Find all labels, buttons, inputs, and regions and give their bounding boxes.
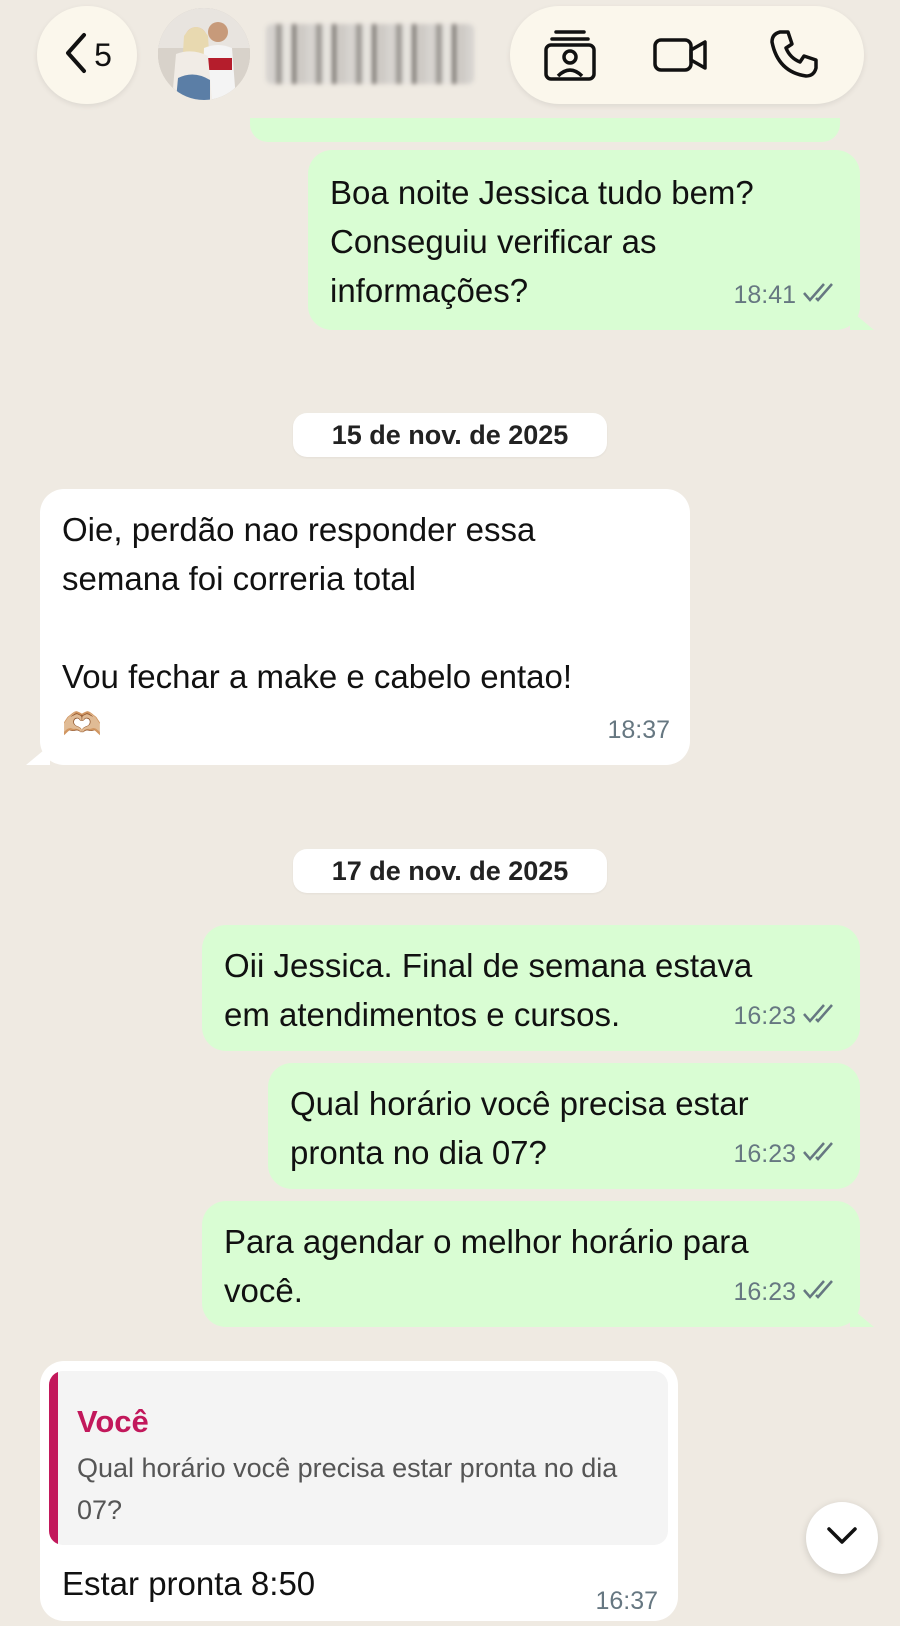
scroll-to-bottom-button[interactable] [806,1502,878,1574]
quote-author: Você [77,1404,149,1439]
quote-accent-bar [49,1371,58,1545]
message-meta: 18:41 [733,271,840,320]
unread-count: 5 [94,36,112,73]
message-meta: 16:23 [733,992,840,1041]
message-meta: 18:37 [607,706,670,755]
message-time: 16:37 [595,1587,658,1615]
video-camera-icon [652,26,708,87]
double-check-icon [802,1130,840,1179]
video-call-button[interactable] [650,28,710,84]
contact-name-redacted[interactable] [266,24,474,84]
voice-call-button[interactable] [764,28,824,84]
message-meta: 16:23 [733,1130,840,1179]
contact-avatar[interactable] [158,8,250,100]
message-bubble-outgoing[interactable]: Para agendar o melhor horário para você.… [202,1201,860,1327]
previous-message-bubble [250,118,840,142]
message-bubble-outgoing[interactable]: Qual horário você precisa estar pronta n… [268,1063,860,1189]
quoted-message[interactable]: Você Qual horário você precisa estar pro… [49,1371,668,1545]
contact-card-button[interactable] [540,28,600,84]
message-text: Estar pronta 8:50 [62,1565,316,1602]
message-text: Oie, perdão nao responder essa semana fo… [62,511,573,695]
double-check-icon [802,1268,840,1317]
message-bubble-incoming[interactable]: Oie, perdão nao responder essa semana fo… [40,489,690,765]
message-meta: 16:23 [733,1268,840,1317]
heart-hands-emoji: 🫶🏼 [62,706,102,742]
chat-header: 5 [0,0,900,110]
double-check-icon [802,271,840,320]
date-separator: 15 de nov. de 2025 [293,413,607,457]
message-time: 18:41 [733,281,796,309]
date-separator: 17 de nov. de 2025 [293,849,607,893]
chevron-down-icon [826,1526,858,1551]
contact-card-icon [542,26,598,87]
double-check-icon [802,992,840,1041]
phone-icon [766,26,822,87]
header-actions [510,6,864,104]
message-time: 18:37 [607,716,670,744]
quote-text: Qual horário você precisa estar pronta n… [77,1453,618,1525]
message-bubble-outgoing[interactable]: Boa noite Jessica tudo bem? Conseguiu ve… [308,150,860,330]
message-bubble-outgoing[interactable]: Oii Jessica. Final de semana estava em a… [202,925,860,1051]
message-time: 16:23 [733,1278,796,1306]
back-button[interactable]: 5 [37,6,137,104]
message-bubble-incoming-reply[interactable]: Você Qual horário você precisa estar pro… [40,1361,678,1621]
chevron-left-icon [62,31,90,80]
message-time: 16:23 [733,1140,796,1168]
message-time: 16:23 [733,1002,796,1030]
